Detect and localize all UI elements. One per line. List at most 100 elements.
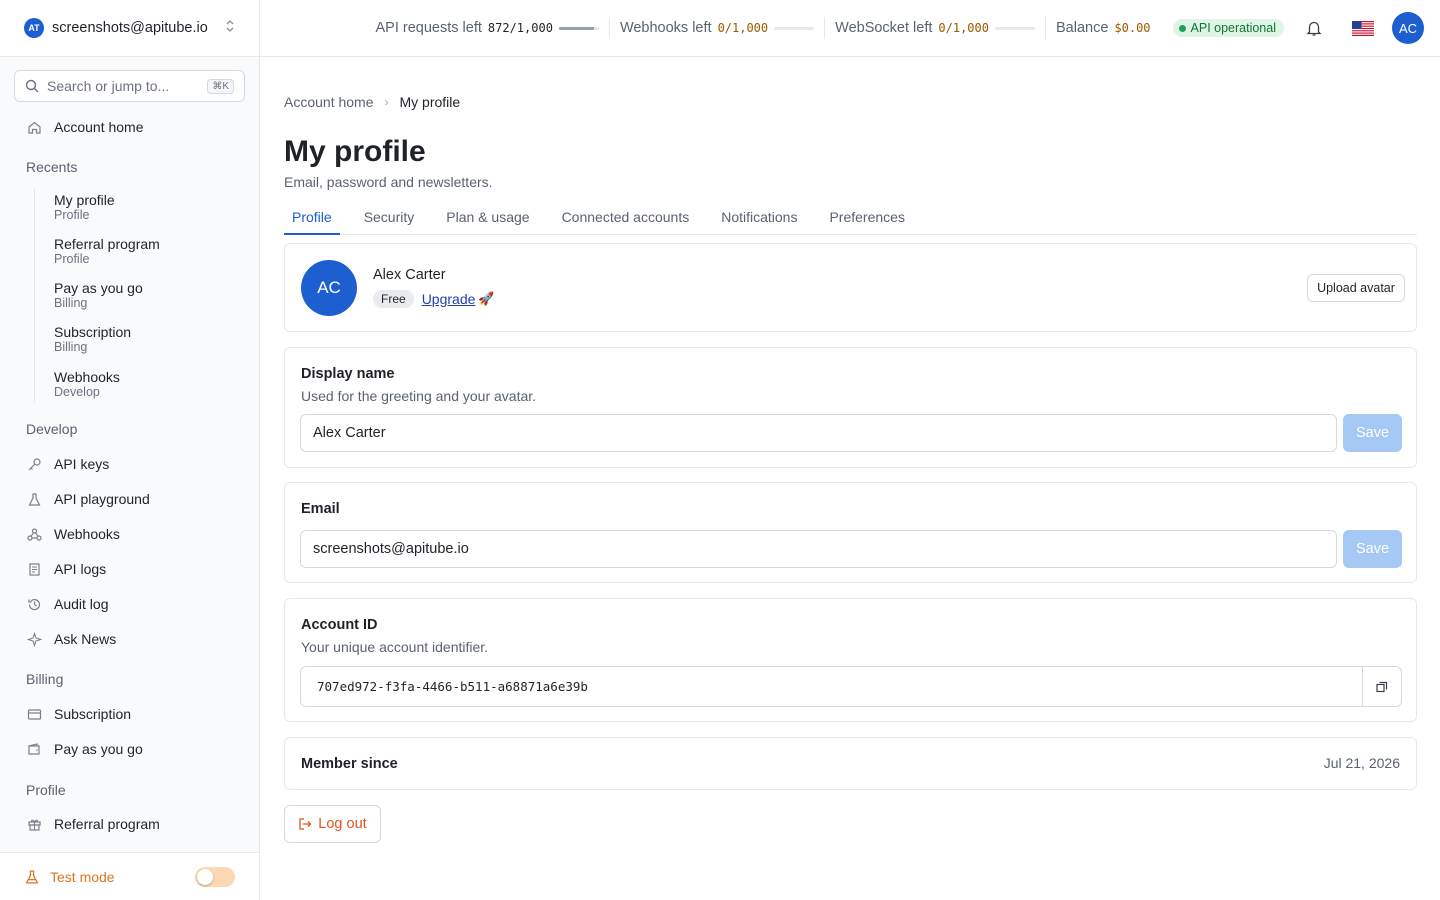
recent-title: My profile [54,192,115,208]
usage-bar [994,26,1035,30]
metric-label: Balance [1055,20,1109,36]
recent-item[interactable]: Referral program Profile [54,236,160,267]
credit-card-icon [26,706,42,722]
display-name-help: Used for the greeting and your avatar. [301,388,537,404]
us-flag-icon[interactable] [1352,20,1374,36]
section-billing: Billing [26,671,64,687]
copy-button[interactable] [1362,667,1401,706]
account-email: screenshots@apitube.io [52,20,208,36]
member-since-value: Jul 21, 2026 [1323,755,1400,771]
recent-sub: Profile [54,208,90,222]
member-since-card: Member since Jul 21, 2026 [284,737,1417,790]
user-avatar[interactable]: AC [1392,12,1424,44]
sidebar-item-audit-log[interactable]: Audit log [26,594,108,614]
metric-value: 872/1,000 [487,21,553,35]
flask-icon [25,869,39,884]
email-label: Email [301,501,340,517]
recent-title: Subscription [54,324,132,340]
display-name-label: Display name [301,366,395,382]
tab-bar: Profile Security Plan & usage Connected … [284,207,1417,235]
logout-button[interactable]: Log out [284,805,381,843]
recent-title: Referral program [54,236,160,252]
member-since-label: Member since [301,756,398,772]
sidebar-item-label: API playground [54,491,150,507]
rocket-icon: 🚀 [478,291,495,306]
flask-icon [26,491,42,507]
recent-item[interactable]: Webhooks Develop [54,369,120,400]
breadcrumb-current: My profile [399,94,461,110]
account-id-value[interactable]: 707ed972-f3fa-4466-b511-a68871a6e39b [301,679,1362,694]
metric-websocket: WebSocket left 0/1,000 [824,17,1045,39]
sparkle-icon [26,631,42,647]
tab-profile[interactable]: Profile [284,207,340,235]
test-mode-label: Test mode [50,868,115,885]
breadcrumb-parent[interactable]: Account home [284,94,374,110]
upgrade-link[interactable]: Upgrade [422,291,476,307]
recent-item[interactable]: Subscription Billing [54,324,131,355]
sidebar: AT screenshots@apitube.io Search or jump… [0,0,260,900]
tab-security[interactable]: Security [356,207,423,235]
recent-sub: Billing [54,340,88,354]
sidebar-item-label: Account home [54,119,144,135]
gift-icon [26,816,42,832]
recents-divider [34,188,35,402]
wallet-icon [26,741,42,757]
usage-bar [558,26,599,30]
sidebar-item-label: Ask News [54,631,117,647]
sidebar-item-label: Audit log [54,596,109,612]
recent-item[interactable]: My profile Profile [54,192,115,223]
profile-card: AC Alex Carter Free Upgrade 🚀 Upload ava… [284,243,1417,332]
sidebar-item-api-logs[interactable]: API logs [26,559,106,579]
sidebar-item-account-home[interactable]: Account home [26,117,144,137]
metric-label: WebSocket left [835,20,933,36]
tab-notifications[interactable]: Notifications [713,207,805,235]
metric-webhooks: Webhooks left 0/1,000 [608,17,824,39]
tab-connected-accounts[interactable]: Connected accounts [554,207,698,235]
recent-sub: Develop [54,385,100,399]
account-id-help: Your unique account identifier. [301,639,489,655]
plan-row: Free Upgrade 🚀 [373,290,495,308]
display-name-input[interactable]: Alex Carter [300,414,1337,452]
email-card: Email screenshots@apitube.io Save [284,482,1417,583]
metric-value: 0/1,000 [938,21,989,35]
metric-value: 0/1,000 [717,21,769,35]
sidebar-item-api-playground[interactable]: API playground [26,489,150,509]
account-switcher[interactable]: AT screenshots@apitube.io [0,0,259,57]
display-name-card: Display name Used for the greeting and y… [284,347,1417,468]
recent-item[interactable]: Pay as you go Billing [54,280,143,311]
sidebar-item-pay-as-you-go[interactable]: Pay as you go [26,739,143,759]
email-input[interactable]: screenshots@apitube.io [300,530,1337,568]
sidebar-item-label: Subscription [54,706,132,722]
brand-logo: AT [24,18,44,38]
sidebar-item-label: Pay as you go [54,741,143,757]
page-title: My profile [284,135,426,168]
search-input[interactable]: Search or jump to... ⌘K [14,70,245,102]
sidebar-item-label: Referral program [54,816,160,832]
sidebar-item-referral-program[interactable]: Referral program [26,814,160,834]
status-text: API operational [1190,21,1276,35]
sidebar-item-api-keys[interactable]: API keys [26,454,109,474]
webhook-icon [26,526,42,542]
tab-preferences[interactable]: Preferences [821,207,912,235]
bell-icon[interactable] [1304,18,1324,38]
sidebar-item-subscription[interactable]: Subscription [26,704,131,724]
tab-plan-usage[interactable]: Plan & usage [438,207,537,235]
toggle-knob [197,868,213,885]
recent-sub: Billing [54,296,88,310]
sidebar-item-webhooks[interactable]: Webhooks [26,524,120,544]
test-mode-bar: Test mode [0,852,259,900]
sidebar-item-label: Webhooks [54,526,120,542]
test-mode-toggle[interactable] [195,866,235,887]
save-email-button[interactable]: Save [1343,530,1402,568]
sidebar-item-ask-news[interactable]: Ask News [26,629,116,649]
api-status-badge[interactable]: API operational [1172,19,1284,37]
upload-avatar-button[interactable]: Upload avatar [1307,274,1405,302]
save-display-name-button[interactable]: Save [1343,414,1402,452]
metric-balance: Balance $0.00 [1044,17,1161,39]
recent-title: Webhooks [54,369,120,385]
sidebar-item-label: API logs [54,561,107,577]
chevron-right-icon: › [384,95,389,109]
section-develop: Develop [26,421,78,437]
usage-fill [558,26,594,30]
account-id-card: Account ID Your unique account identifie… [284,598,1417,722]
